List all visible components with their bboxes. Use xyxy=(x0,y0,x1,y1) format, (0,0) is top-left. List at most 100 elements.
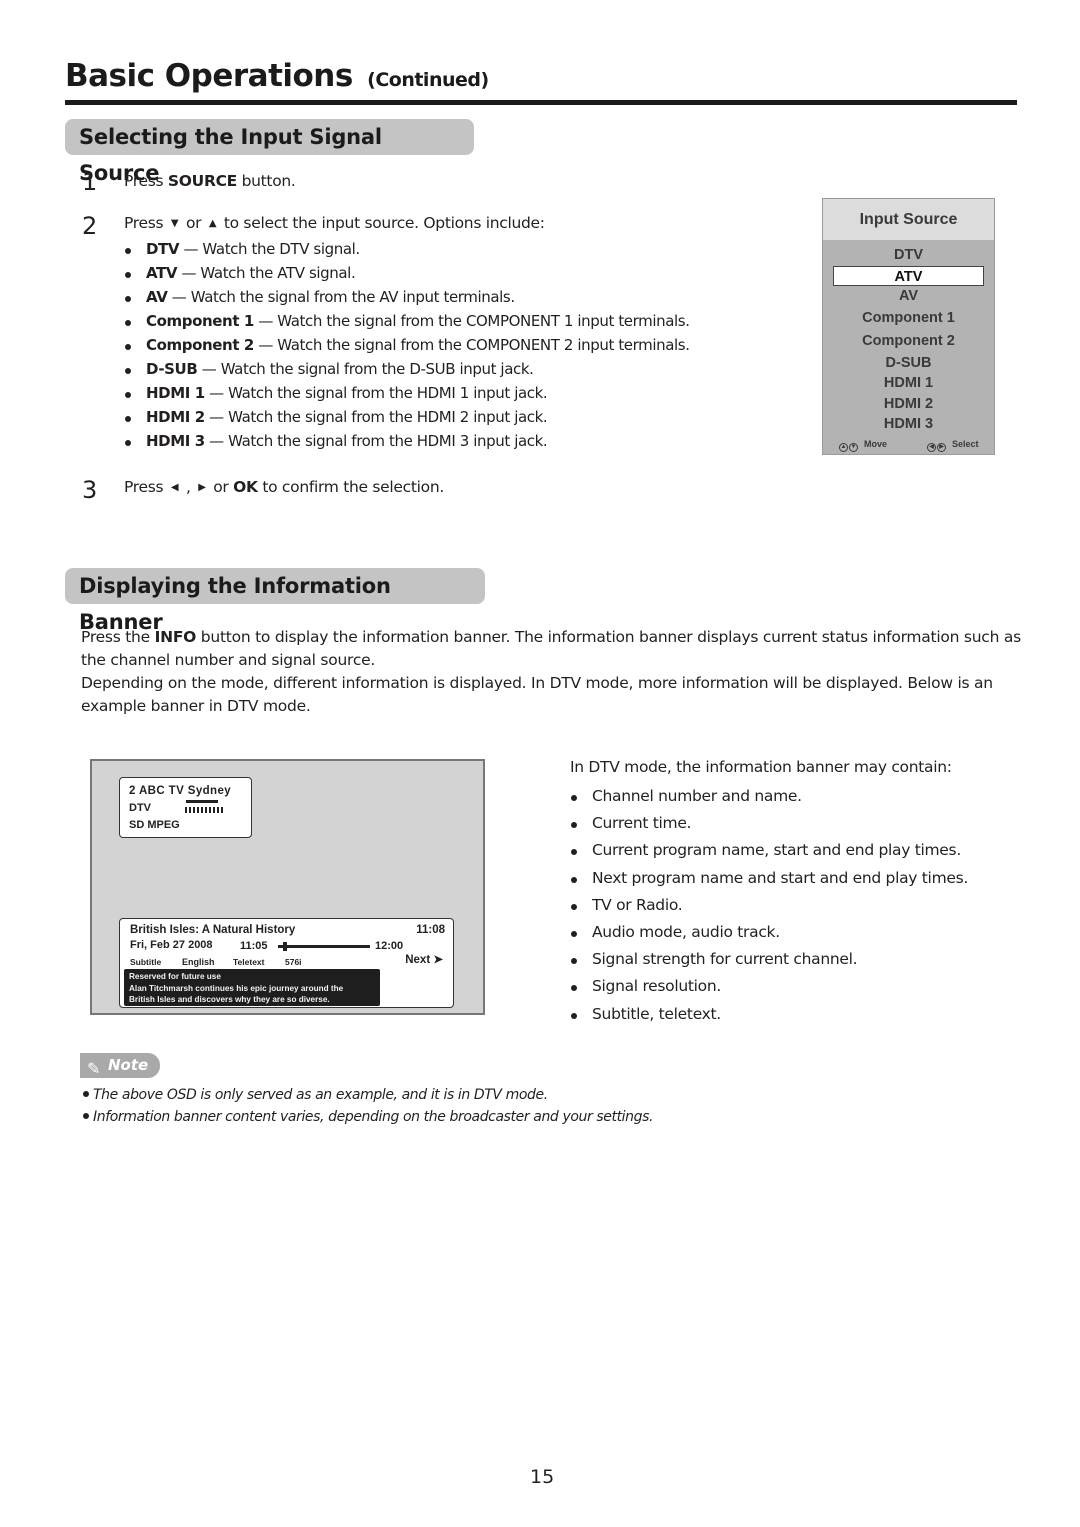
osd-source-list: DTV ATV AV Component 1 Component 2 D-SUB… xyxy=(823,240,994,435)
section-heading-input-source: Selecting the Input Signal Source xyxy=(65,119,474,185)
step-number-2: 2 xyxy=(82,212,98,240)
step-text-part: Press xyxy=(124,478,168,496)
right-circle-icon: ▶ xyxy=(937,443,946,452)
step-1-text: Press SOURCE button. xyxy=(124,172,296,190)
info-contents-list: Channel number and name. Current time. C… xyxy=(570,785,968,1030)
osd-item-component-2[interactable]: Component 2 xyxy=(823,330,994,353)
osd-item-hdmi-2[interactable]: HDMI 2 xyxy=(823,394,994,415)
osd-footer-move: ▲ ▼ Move xyxy=(839,439,887,452)
left-circle-icon: ◀ xyxy=(927,443,936,452)
note-badge: ✎ Note xyxy=(80,1053,160,1078)
desc-line: Reserved for future use xyxy=(129,972,221,981)
arrow-up-icon: ▲ xyxy=(208,218,217,229)
program-tags: Subtitle English Teletext 576i xyxy=(130,957,302,967)
list-item: Signal strength for current channel. xyxy=(570,948,968,975)
step-number-1: 1 xyxy=(82,168,98,196)
step-2-text: Press ▼ or ▲ to select the input source.… xyxy=(124,214,545,232)
down-circle-icon: ▼ xyxy=(849,443,858,452)
program-date: Fri, Feb 27 2008 xyxy=(130,939,213,951)
option-desc: — Watch the DTV signal. xyxy=(179,240,360,258)
program-progress-thumb xyxy=(282,942,287,951)
signal-strength-bar xyxy=(186,800,218,803)
page-title-text: Basic Operations xyxy=(65,58,353,94)
input-source-osd: Input Source DTV ATV AV Component 1 Comp… xyxy=(822,198,995,455)
option-desc: — Watch the ATV signal. xyxy=(177,264,356,282)
step-text-part: or xyxy=(181,214,206,232)
option-name: Component 2 xyxy=(146,336,254,354)
audio-language-tag: English xyxy=(182,957,215,967)
list-item: TV or Radio. xyxy=(570,894,968,921)
step-text-part: or xyxy=(208,478,234,496)
option-name: Component 1 xyxy=(146,312,254,330)
current-time: 11:08 xyxy=(416,924,445,936)
option-desc: — Watch the signal from the COMPONENT 2 … xyxy=(253,336,690,354)
video-format: SD MPEG xyxy=(129,819,180,831)
source-button-label: SOURCE xyxy=(167,172,237,190)
osd-item-component-1[interactable]: Component 1 xyxy=(823,307,994,330)
paperclip-icon: ✎ xyxy=(87,1059,101,1078)
desc-line: British Isles and discovers why they are… xyxy=(129,995,330,1004)
list-item: AV — Watch the signal from the AV input … xyxy=(124,286,690,310)
info-paragraph-2: Depending on the mode, different informa… xyxy=(81,674,993,715)
program-description: Reserved for future use Alan Titchmarsh … xyxy=(124,969,380,1006)
option-desc: — Watch the signal from the HDMI 3 input… xyxy=(204,432,548,450)
osd-item-dsub[interactable]: D-SUB xyxy=(823,353,994,374)
option-name: D-SUB xyxy=(146,360,198,378)
list-item: HDMI 2 — Watch the signal from the HDMI … xyxy=(124,406,690,430)
info-list-intro: In DTV mode, the information banner may … xyxy=(570,758,952,776)
section-heading-info-banner: Displaying the Information Banner xyxy=(65,568,485,634)
option-name: AV xyxy=(146,288,168,306)
step-text-part: button. xyxy=(236,172,296,190)
program-start-time: 11:05 xyxy=(240,940,268,952)
note-line-2: Information banner content varies, depen… xyxy=(83,1109,653,1125)
list-item: ATV — Watch the ATV signal. xyxy=(124,262,690,286)
step-text-part: to confirm the selection. xyxy=(257,478,444,496)
list-item: Component 2 — Watch the signal from the … xyxy=(124,334,690,358)
list-item: Current program name, start and end play… xyxy=(570,839,968,866)
osd-item-atv-selected[interactable]: ATV xyxy=(833,265,984,286)
next-program-label: Next ➤ xyxy=(405,954,443,966)
option-desc: — Watch the signal from the COMPONENT 1 … xyxy=(253,312,690,330)
arrow-left-icon: ◀ xyxy=(170,482,179,493)
para-text: button to display the information banner… xyxy=(81,628,1021,669)
step-text-part: , xyxy=(181,478,196,496)
step-text-part: to select the input source. Options incl… xyxy=(219,214,545,232)
program-progress-bar xyxy=(278,942,370,951)
list-item: DTV — Watch the DTV signal. xyxy=(124,238,690,262)
option-name: HDMI 1 xyxy=(146,384,205,402)
arrow-down-icon: ▼ xyxy=(170,218,179,229)
up-circle-icon: ▲ xyxy=(839,443,848,452)
program-end-time: 12:00 xyxy=(375,940,404,952)
option-name: HDMI 3 xyxy=(146,432,205,450)
move-label: Move xyxy=(864,439,888,449)
list-item: Signal resolution. xyxy=(570,975,968,1002)
resolution-tag: 576i xyxy=(285,957,302,967)
info-button-label: INFO xyxy=(154,628,197,646)
list-item: Subtitle, teletext. xyxy=(570,1003,968,1030)
ok-button-label: OK xyxy=(233,478,258,496)
osd-item-av[interactable]: AV xyxy=(823,286,994,307)
teletext-tag: Teletext xyxy=(233,957,265,967)
list-item: Next program name and start and end play… xyxy=(570,867,968,894)
osd-item-hdmi-3[interactable]: HDMI 3 xyxy=(823,414,994,435)
osd-item-dtv[interactable]: DTV xyxy=(823,245,994,266)
option-desc: — Watch the signal from the AV input ter… xyxy=(167,288,515,306)
desc-line: Alan Titchmarsh continues his epic journ… xyxy=(129,983,344,993)
option-desc: — Watch the signal from the D-SUB input … xyxy=(197,360,534,378)
program-title: British Isles: A Natural History xyxy=(130,924,296,936)
title-divider xyxy=(65,100,1017,105)
step-3-text: Press ◀ , ▶ or OK to confirm the selecti… xyxy=(124,478,444,496)
subtitle-tag: Subtitle xyxy=(130,957,162,967)
input-options-list: DTV — Watch the DTV signal. ATV — Watch … xyxy=(124,238,690,454)
channel-info-box: 2 ABC TV Sydney DTV SD MPEG xyxy=(119,777,252,838)
page-title: Basic Operations (Continued) xyxy=(65,58,489,94)
program-info-box: British Isles: A Natural History 11:08 F… xyxy=(119,918,454,1008)
option-name: ATV xyxy=(146,264,178,282)
select-label: Select xyxy=(952,439,979,449)
osd-item-hdmi-1[interactable]: HDMI 1 xyxy=(823,373,994,394)
step-text-part: Press xyxy=(124,172,168,190)
channel-mode: DTV xyxy=(129,802,151,814)
step-number-3: 3 xyxy=(82,476,98,504)
note-label: Note xyxy=(108,1056,149,1074)
para-text: Press the xyxy=(81,628,155,646)
